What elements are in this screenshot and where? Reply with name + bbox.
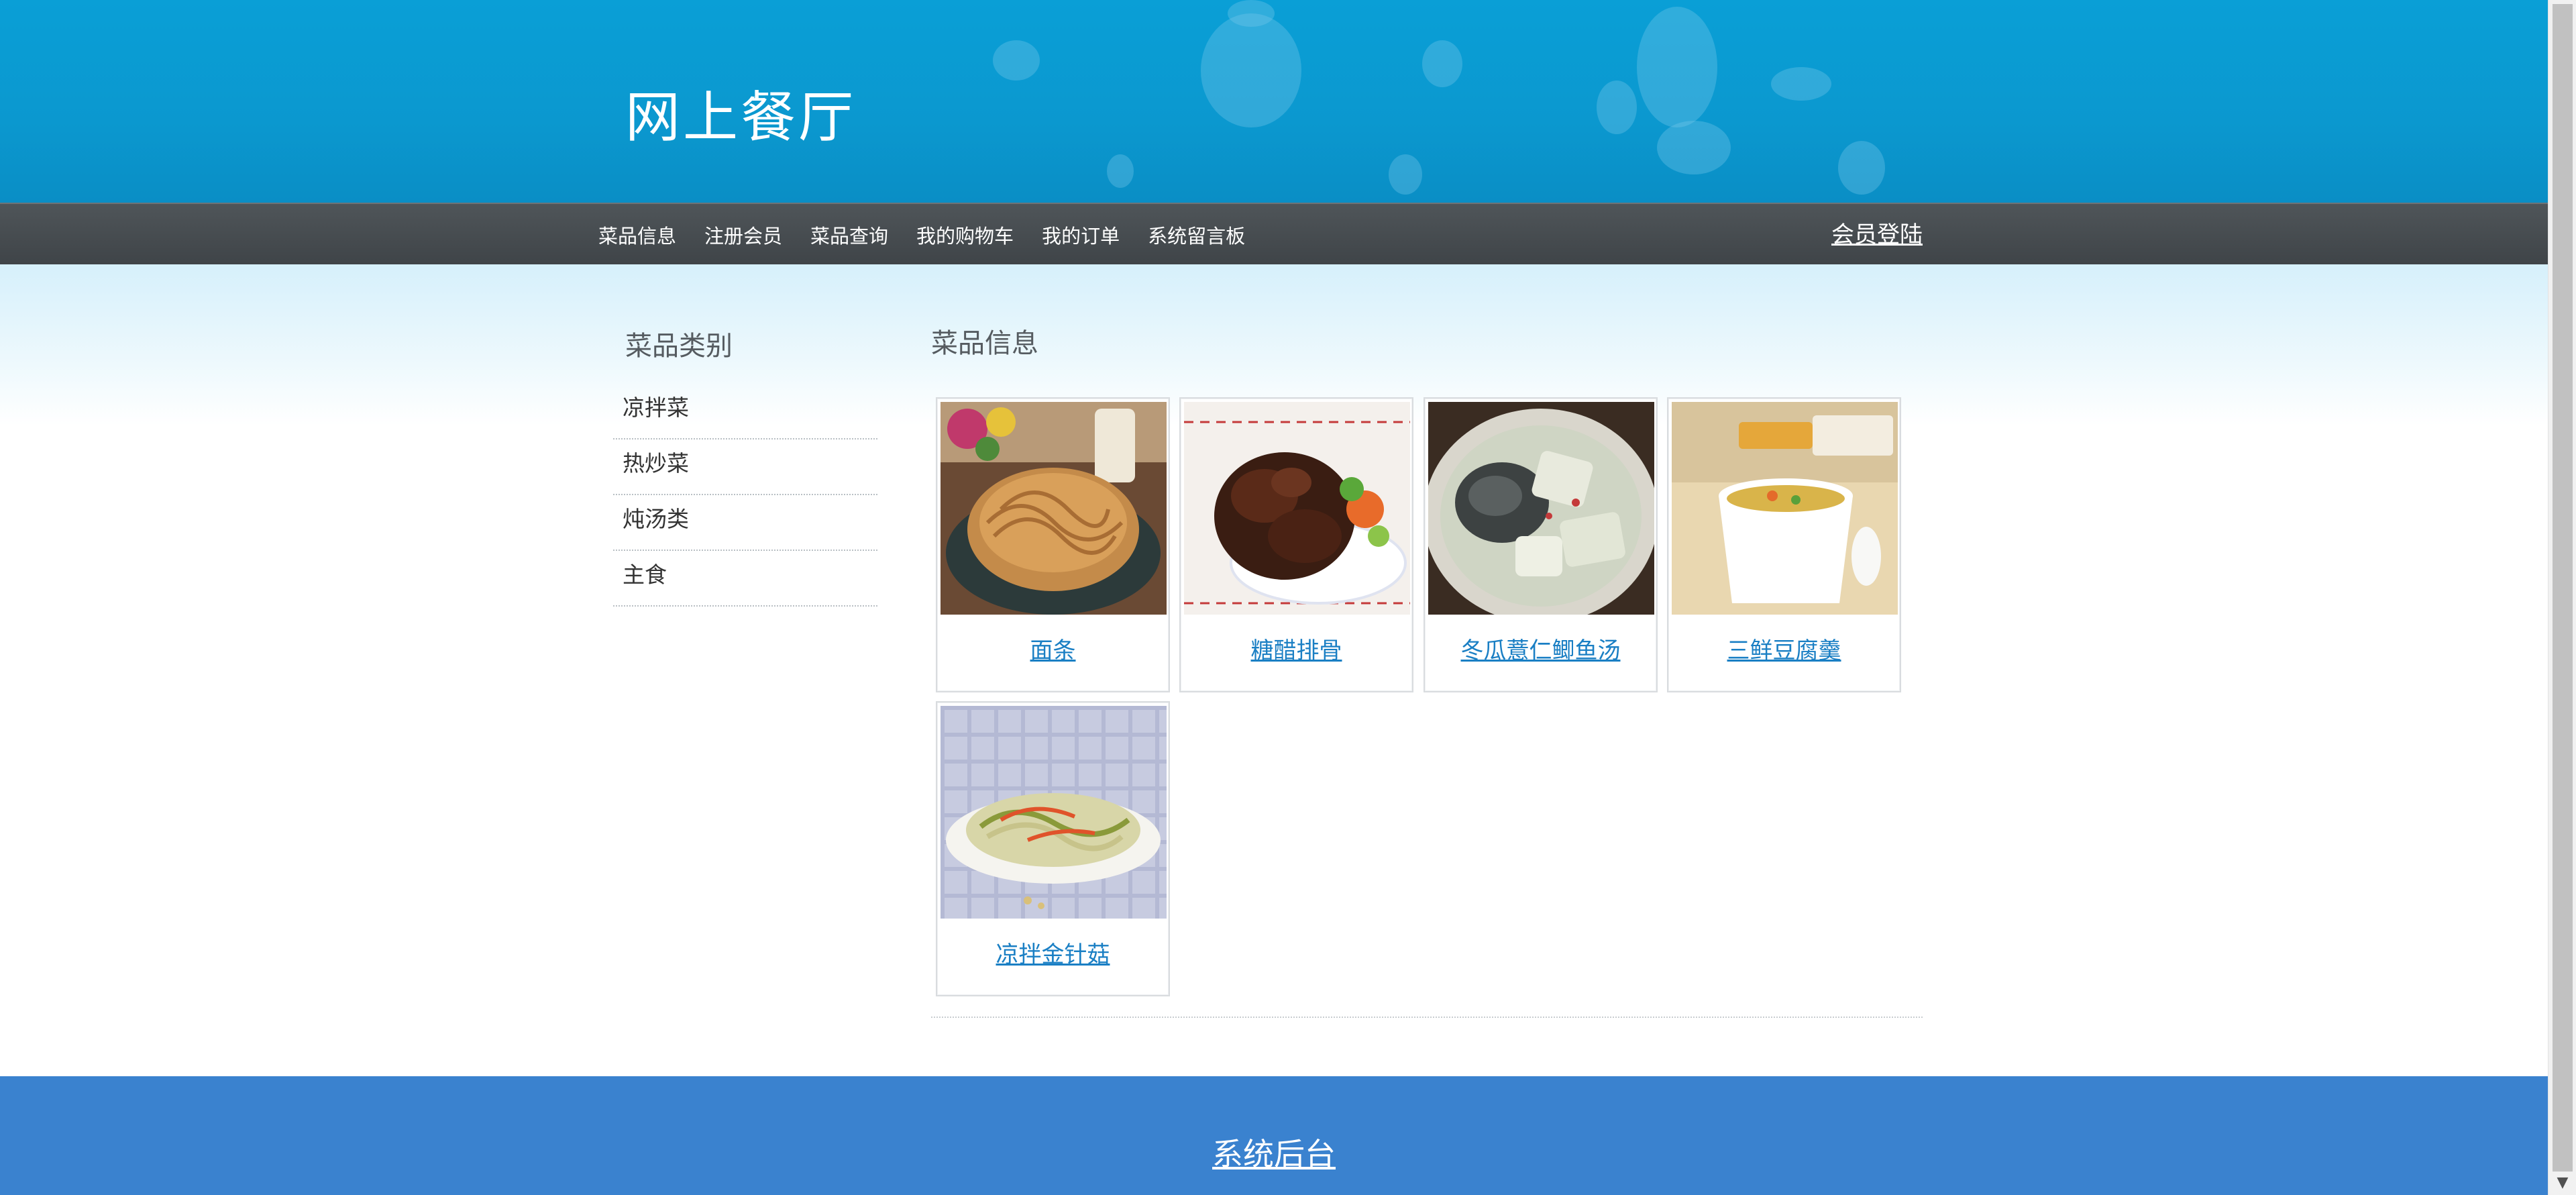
category-item-staple-food[interactable]: 主食 (613, 551, 877, 607)
dish-name[interactable]: 糖醋排骨 (1181, 632, 1412, 665)
fish-soup-photo[interactable] (1428, 402, 1654, 615)
scroll-thumb[interactable] (2553, 4, 2573, 1172)
site-header: 网上餐厅 (0, 0, 2548, 203)
nav-item-dishes[interactable]: 菜品信息 (598, 221, 676, 249)
content-divider (931, 1017, 1923, 1018)
header-decoration (1107, 154, 1134, 188)
nav-item-register[interactable]: 注册会员 (704, 221, 782, 249)
member-login-link[interactable]: 会员登陆 (1831, 204, 1923, 266)
noodles-photo[interactable] (941, 402, 1167, 615)
site-footer: 系统后台 (0, 1076, 2548, 1195)
site-title: 网上餐厅 (625, 86, 857, 150)
dish-name[interactable]: 凉拌金针菇 (937, 936, 1169, 969)
page: 网上餐厅 菜品信息 注册会员 菜品查询 我的购物车 我的订单 系统留言板 会员登… (0, 0, 2548, 1195)
noodles-image (941, 402, 1167, 615)
ribs-image (1184, 402, 1410, 615)
dish-name[interactable]: 三鲜豆腐羹 (1668, 632, 1900, 665)
tofu-soup-image (1672, 402, 1898, 615)
scroll-down-icon[interactable]: ▼ (2548, 1171, 2576, 1195)
dish-name[interactable]: 冬瓜薏仁鲫鱼汤 (1425, 632, 1656, 665)
header-decoration (1422, 40, 1462, 87)
dish-card[interactable]: 冬瓜薏仁鲫鱼汤 (1424, 397, 1658, 692)
category-item-cold-dishes[interactable]: 凉拌菜 (613, 384, 877, 439)
vertical-scrollbar[interactable]: ▲ ▼ (2548, 0, 2576, 1195)
nav-item-search[interactable]: 菜品查询 (810, 221, 888, 249)
sidebar-title: 菜品类别 (625, 331, 733, 362)
category-item-soups[interactable]: 炖汤类 (613, 495, 877, 551)
nav-item-cart[interactable]: 我的购物车 (916, 221, 1014, 249)
dish-card[interactable]: 面条 (936, 397, 1170, 692)
dish-card[interactable]: 糖醋排骨 (1179, 397, 1413, 692)
header-decoration (1201, 13, 1301, 127)
header-decoration (1771, 67, 1831, 101)
header-decoration (1228, 0, 1275, 27)
tofu-soup-photo[interactable] (1672, 402, 1898, 615)
category-sidebar: 菜品类别 凉拌菜 热炒菜 炖汤类 主食 (613, 325, 877, 607)
dish-name[interactable]: 面条 (937, 632, 1169, 665)
nav-item-guestbook[interactable]: 系统留言板 (1148, 221, 1245, 249)
header-decoration (1597, 81, 1637, 134)
header-decoration (1657, 121, 1731, 174)
main-title: 菜品信息 (931, 328, 1038, 359)
sweet-sour-ribs-photo[interactable] (1184, 402, 1410, 615)
header-decoration (993, 40, 1040, 81)
nav-list: 菜品信息 注册会员 菜品查询 我的购物车 我的订单 系统留言板 (598, 204, 1273, 266)
enoki-salad-photo[interactable] (941, 706, 1167, 919)
dish-card[interactable]: 三鲜豆腐羹 (1667, 397, 1901, 692)
fish-soup-image (1428, 402, 1654, 615)
enoki-salad-image (941, 706, 1167, 919)
category-item-stir-fry[interactable]: 热炒菜 (613, 439, 877, 495)
header-decoration (1637, 7, 1717, 127)
admin-backend-link[interactable]: 系统后台 (0, 1130, 2548, 1174)
header-decoration (1838, 141, 1885, 195)
nav-item-orders[interactable]: 我的订单 (1042, 221, 1120, 249)
header-decoration (1389, 154, 1422, 195)
main-nav: 菜品信息 注册会员 菜品查询 我的购物车 我的订单 系统留言板 会员登陆 (0, 203, 2548, 264)
dish-card[interactable]: 凉拌金针菇 (936, 701, 1170, 996)
